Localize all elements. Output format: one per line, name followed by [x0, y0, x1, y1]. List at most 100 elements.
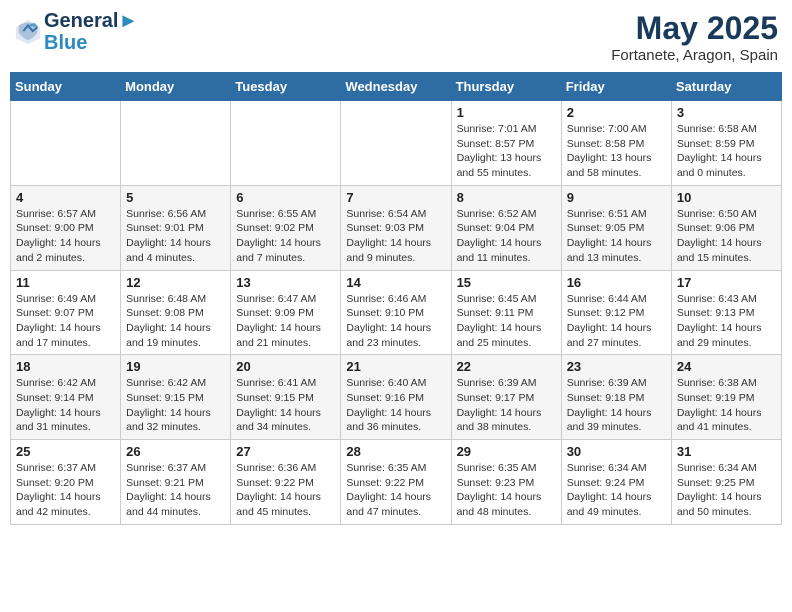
calendar-cell: 12 Sunrise: 6:48 AMSunset: 9:08 PMDayligh…: [121, 270, 231, 355]
calendar-cell: 10Sunrise: 6:50 AMSunset: 9:06 PMDayligh…: [671, 185, 781, 270]
day-info: Sunrise: 6:58 AMSunset: 8:59 PMDaylight:…: [677, 122, 776, 181]
calendar-cell: 21 Sunrise: 6:40 AMSunset: 9:16 PMDayligh…: [341, 355, 451, 440]
day-number: 13: [236, 275, 335, 290]
day-number: 7: [346, 190, 445, 205]
day-number: 31: [677, 444, 776, 459]
day-info: Sunrise: 6:43 AMSunset: 9:13 PMDaylight:…: [677, 292, 776, 351]
calendar-cell: 13 Sunrise: 6:47 AMSunset: 9:09 PMDayligh…: [231, 270, 341, 355]
calendar-cell: 9 Sunrise: 6:51 AMSunset: 9:05 PMDaylight…: [561, 185, 671, 270]
calendar-cell: 4 Sunrise: 6:57 AMSunset: 9:00 PMDaylight…: [11, 185, 121, 270]
calendar-week-row: 4 Sunrise: 6:57 AMSunset: 9:00 PMDaylight…: [11, 185, 782, 270]
calendar-table: SundayMondayTuesdayWednesdayThursdayFrid…: [10, 72, 782, 525]
day-info: Sunrise: 6:39 AMSunset: 9:18 PMDaylight:…: [567, 376, 666, 435]
calendar-header-row: SundayMondayTuesdayWednesdayThursdayFrid…: [11, 73, 782, 101]
calendar-cell: [231, 101, 341, 186]
calendar-cell: 2 Sunrise: 7:00 AMSunset: 8:58 PMDaylight…: [561, 101, 671, 186]
day-info: Sunrise: 6:48 AMSunset: 9:08 PMDaylight:…: [126, 292, 225, 351]
day-info: Sunrise: 6:46 AMSunset: 9:10 PMDaylight:…: [346, 292, 445, 351]
column-header-wednesday: Wednesday: [341, 73, 451, 101]
calendar-cell: [11, 101, 121, 186]
calendar-cell: 20 Sunrise: 6:41 AMSunset: 9:15 PMDayligh…: [231, 355, 341, 440]
logo-text-line2: Blue: [44, 32, 138, 54]
calendar-cell: 1 Sunrise: 7:01 AMSunset: 8:57 PMDaylight…: [451, 101, 561, 186]
day-info: Sunrise: 6:35 AMSunset: 9:22 PMDaylight:…: [346, 461, 445, 520]
calendar-week-row: 25 Sunrise: 6:37 AMSunset: 9:20 PMDayligh…: [11, 440, 782, 525]
calendar-cell: 14 Sunrise: 6:46 AMSunset: 9:10 PMDayligh…: [341, 270, 451, 355]
day-info: Sunrise: 6:37 AMSunset: 9:20 PMDaylight:…: [16, 461, 115, 520]
day-number: 26: [126, 444, 225, 459]
day-info: Sunrise: 6:56 AMSunset: 9:01 PMDaylight:…: [126, 207, 225, 266]
day-info: Sunrise: 6:57 AMSunset: 9:00 PMDaylight:…: [16, 207, 115, 266]
day-info: Sunrise: 6:42 AMSunset: 9:14 PMDaylight:…: [16, 376, 115, 435]
calendar-week-row: 1 Sunrise: 7:01 AMSunset: 8:57 PMDaylight…: [11, 101, 782, 186]
day-info: Sunrise: 6:38 AMSunset: 9:19 PMDaylight:…: [677, 376, 776, 435]
day-number: 29: [457, 444, 556, 459]
location-subtitle: Fortanete, Aragon, Spain: [611, 47, 778, 64]
day-info: Sunrise: 6:41 AMSunset: 9:15 PMDaylight:…: [236, 376, 335, 435]
day-info: Sunrise: 6:52 AMSunset: 9:04 PMDaylight:…: [457, 207, 556, 266]
day-number: 9: [567, 190, 666, 205]
calendar-cell: [121, 101, 231, 186]
day-number: 19: [126, 359, 225, 374]
calendar-cell: 27Sunrise: 6:36 AMSunset: 9:22 PMDayligh…: [231, 440, 341, 525]
day-number: 23: [567, 359, 666, 374]
day-number: 28: [346, 444, 445, 459]
day-number: 12: [126, 275, 225, 290]
calendar-cell: 19 Sunrise: 6:42 AMSunset: 9:15 PMDayligh…: [121, 355, 231, 440]
calendar-cell: [341, 101, 451, 186]
calendar-week-row: 18 Sunrise: 6:42 AMSunset: 9:14 PMDayligh…: [11, 355, 782, 440]
day-number: 3: [677, 105, 776, 120]
calendar-cell: 16Sunrise: 6:44 AMSunset: 9:12 PMDayligh…: [561, 270, 671, 355]
calendar-cell: 8 Sunrise: 6:52 AMSunset: 9:04 PMDaylight…: [451, 185, 561, 270]
day-number: 21: [346, 359, 445, 374]
day-info: Sunrise: 6:34 AMSunset: 9:25 PMDaylight:…: [677, 461, 776, 520]
column-header-monday: Monday: [121, 73, 231, 101]
day-info: Sunrise: 6:49 AMSunset: 9:07 PMDaylight:…: [16, 292, 115, 351]
column-header-friday: Friday: [561, 73, 671, 101]
day-info: Sunrise: 6:34 AMSunset: 9:24 PMDaylight:…: [567, 461, 666, 520]
day-info: Sunrise: 7:00 AMSunset: 8:58 PMDaylight:…: [567, 122, 666, 181]
day-info: Sunrise: 6:42 AMSunset: 9:15 PMDaylight:…: [126, 376, 225, 435]
day-info: Sunrise: 6:45 AMSunset: 9:11 PMDaylight:…: [457, 292, 556, 351]
day-number: 8: [457, 190, 556, 205]
calendar-week-row: 11Sunrise: 6:49 AMSunset: 9:07 PMDayligh…: [11, 270, 782, 355]
day-number: 25: [16, 444, 115, 459]
logo-text-line1: General►: [44, 10, 138, 32]
title-block: May 2025 Fortanete, Aragon, Spain: [611, 10, 778, 64]
day-number: 2: [567, 105, 666, 120]
day-number: 20: [236, 359, 335, 374]
day-info: Sunrise: 6:54 AMSunset: 9:03 PMDaylight:…: [346, 207, 445, 266]
day-number: 10: [677, 190, 776, 205]
calendar-cell: 26Sunrise: 6:37 AMSunset: 9:21 PMDayligh…: [121, 440, 231, 525]
calendar-cell: 5Sunrise: 6:56 AMSunset: 9:01 PMDaylight…: [121, 185, 231, 270]
day-number: 22: [457, 359, 556, 374]
column-header-thursday: Thursday: [451, 73, 561, 101]
day-number: 1: [457, 105, 556, 120]
calendar-cell: 7 Sunrise: 6:54 AMSunset: 9:03 PMDaylight…: [341, 185, 451, 270]
calendar-cell: 30 Sunrise: 6:34 AMSunset: 9:24 PMDayligh…: [561, 440, 671, 525]
calendar-cell: 15 Sunrise: 6:45 AMSunset: 9:11 PMDayligh…: [451, 270, 561, 355]
day-info: Sunrise: 6:47 AMSunset: 9:09 PMDaylight:…: [236, 292, 335, 351]
calendar-cell: 29Sunrise: 6:35 AMSunset: 9:23 PMDayligh…: [451, 440, 561, 525]
calendar-cell: 6Sunrise: 6:55 AMSunset: 9:02 PMDaylight…: [231, 185, 341, 270]
column-header-tuesday: Tuesday: [231, 73, 341, 101]
day-number: 30: [567, 444, 666, 459]
day-number: 17: [677, 275, 776, 290]
calendar-cell: 22Sunrise: 6:39 AMSunset: 9:17 PMDayligh…: [451, 355, 561, 440]
day-info: Sunrise: 6:36 AMSunset: 9:22 PMDaylight:…: [236, 461, 335, 520]
month-year-title: May 2025: [611, 10, 778, 47]
column-header-sunday: Sunday: [11, 73, 121, 101]
day-number: 18: [16, 359, 115, 374]
day-info: Sunrise: 6:51 AMSunset: 9:05 PMDaylight:…: [567, 207, 666, 266]
logo-icon: [14, 18, 42, 46]
calendar-cell: 3 Sunrise: 6:58 AMSunset: 8:59 PMDaylight…: [671, 101, 781, 186]
day-info: Sunrise: 7:01 AMSunset: 8:57 PMDaylight:…: [457, 122, 556, 181]
day-number: 4: [16, 190, 115, 205]
day-number: 15: [457, 275, 556, 290]
day-number: 24: [677, 359, 776, 374]
day-number: 14: [346, 275, 445, 290]
day-info: Sunrise: 6:40 AMSunset: 9:16 PMDaylight:…: [346, 376, 445, 435]
day-number: 16: [567, 275, 666, 290]
calendar-cell: 24 Sunrise: 6:38 AMSunset: 9:19 PMDayligh…: [671, 355, 781, 440]
calendar-cell: 28 Sunrise: 6:35 AMSunset: 9:22 PMDayligh…: [341, 440, 451, 525]
